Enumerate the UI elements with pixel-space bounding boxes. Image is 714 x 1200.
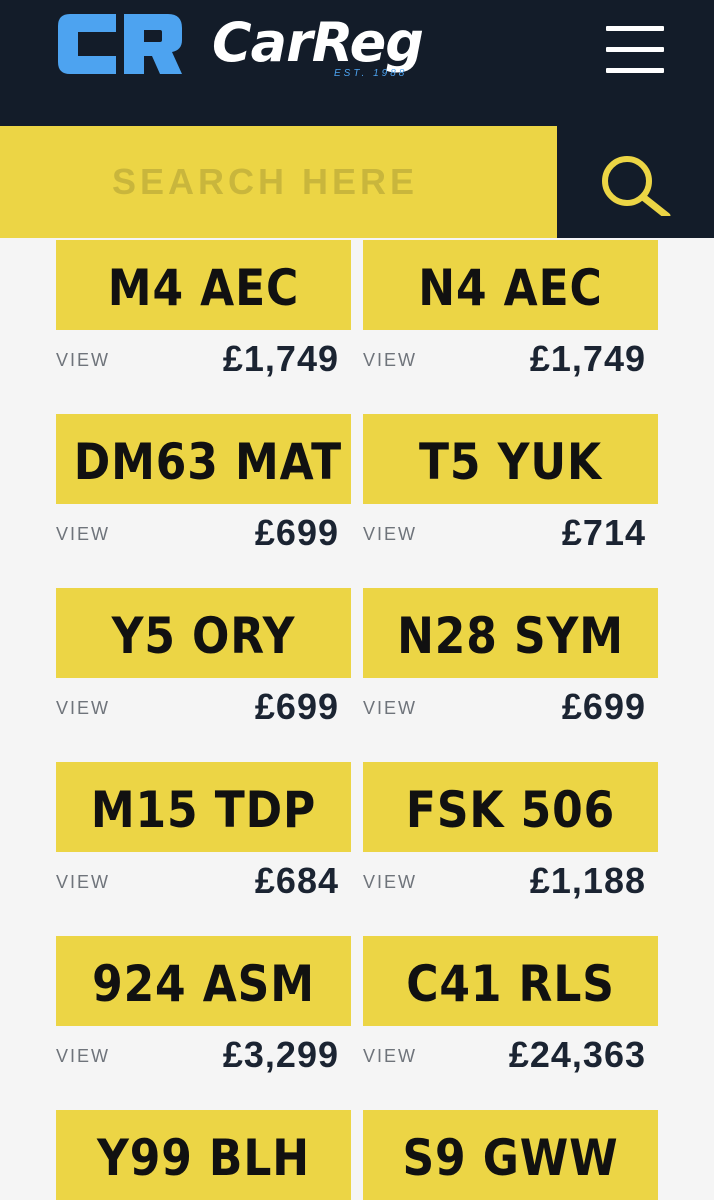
view-link[interactable]: VIEW <box>363 1046 417 1067</box>
listing-price: £1,749 <box>222 338 339 379</box>
view-link[interactable]: VIEW <box>363 698 417 719</box>
listing-price: £699 <box>254 512 339 553</box>
search-bar <box>0 126 557 238</box>
hamburger-menu-icon[interactable] <box>600 18 670 78</box>
menu-bar <box>606 68 664 73</box>
plate-registration: C41 RLS <box>406 955 615 1013</box>
listing-card: S9 GWWVIEW <box>363 1110 658 1200</box>
brand-wordmark[interactable]: CarReg EST. 1988 <box>212 12 492 82</box>
number-plate[interactable]: DM63 MAT <box>56 414 351 504</box>
number-plate[interactable]: S9 GWW <box>363 1110 658 1200</box>
number-plate[interactable]: N28 SYM <box>363 588 658 678</box>
view-link[interactable]: VIEW <box>363 872 417 893</box>
view-link[interactable]: VIEW <box>56 698 110 719</box>
plate-registration: Y99 BLH <box>97 1129 310 1187</box>
listing-card: Y5 ORY VIEW £699 <box>56 588 351 728</box>
listing-price: £714 <box>561 512 646 553</box>
listing-price: £1,188 <box>529 860 646 901</box>
listing-price: £3,299 <box>222 1034 339 1075</box>
plate-registration: N4 AEC <box>418 259 603 317</box>
plate-registration: T5 YUK <box>419 433 602 491</box>
number-plate[interactable]: FSK 506 <box>363 762 658 852</box>
search-input[interactable] <box>0 126 557 238</box>
search-button[interactable] <box>557 126 714 238</box>
number-plate[interactable]: 924 ASM <box>56 936 351 1026</box>
listing-card: N28 SYM VIEW £699 <box>363 588 658 728</box>
search-icon <box>602 156 671 216</box>
plate-registration: FSK 506 <box>405 781 616 839</box>
plate-registration: Y5 ORY <box>111 607 296 665</box>
listing-price: £24,363 <box>508 1034 646 1075</box>
listing-card: N4 AEC VIEW £1,749 <box>363 240 658 380</box>
listing-card: FSK 506 VIEW £1,188 <box>363 762 658 902</box>
number-plate[interactable]: N4 AEC <box>363 240 658 330</box>
plate-registration: M15 TDP <box>90 781 317 839</box>
number-plate[interactable]: T5 YUK <box>363 414 658 504</box>
view-link[interactable]: VIEW <box>56 350 110 371</box>
listing-price: £684 <box>254 860 339 901</box>
site-header: CarReg EST. 1988 <box>0 0 714 126</box>
listing-card: 924 ASM VIEW £3,299 <box>56 936 351 1076</box>
brand-name: CarReg <box>212 11 424 74</box>
view-link[interactable]: VIEW <box>363 524 417 545</box>
plate-registration: S9 GWW <box>402 1129 619 1187</box>
listing-card: C41 RLS VIEW £24,363 <box>363 936 658 1076</box>
cr-logo-icon[interactable] <box>56 12 186 76</box>
number-plate[interactable]: Y99 BLH <box>56 1110 351 1200</box>
view-link[interactable]: VIEW <box>56 524 110 545</box>
listing-card: DM63 MAT VIEW £699 <box>56 414 351 554</box>
listing-price: £699 <box>254 686 339 727</box>
number-plate[interactable]: Y5 ORY <box>56 588 351 678</box>
listing-card: Y99 BLHVIEW <box>56 1110 351 1200</box>
plate-registration: N28 SYM <box>397 607 624 665</box>
number-plate[interactable]: C41 RLS <box>363 936 658 1026</box>
number-plate[interactable]: M15 TDP <box>56 762 351 852</box>
number-plate[interactable]: M4 AEC <box>56 240 351 330</box>
plate-registration: 924 ASM <box>92 955 315 1013</box>
listing-price: £1,749 <box>529 338 646 379</box>
plate-registration: M4 AEC <box>107 259 300 317</box>
listing-card: T5 YUK VIEW £714 <box>363 414 658 554</box>
plate-registration: DM63 MAT <box>73 433 343 491</box>
menu-bar <box>606 47 664 52</box>
listing-grid: M4 AEC VIEW £1,749 N4 AEC VIEW £1,749 DM63 MAT… <box>0 238 714 1200</box>
view-link[interactable]: VIEW <box>56 1046 110 1067</box>
listing-card: M4 AEC VIEW £1,749 <box>56 240 351 380</box>
listing-price: £699 <box>561 686 646 727</box>
view-link[interactable]: VIEW <box>56 872 110 893</box>
listing-card: M15 TDP VIEW £684 <box>56 762 351 902</box>
menu-bar <box>606 26 664 31</box>
view-link[interactable]: VIEW <box>363 350 417 371</box>
brand-tagline: EST. 1988 <box>334 68 408 79</box>
